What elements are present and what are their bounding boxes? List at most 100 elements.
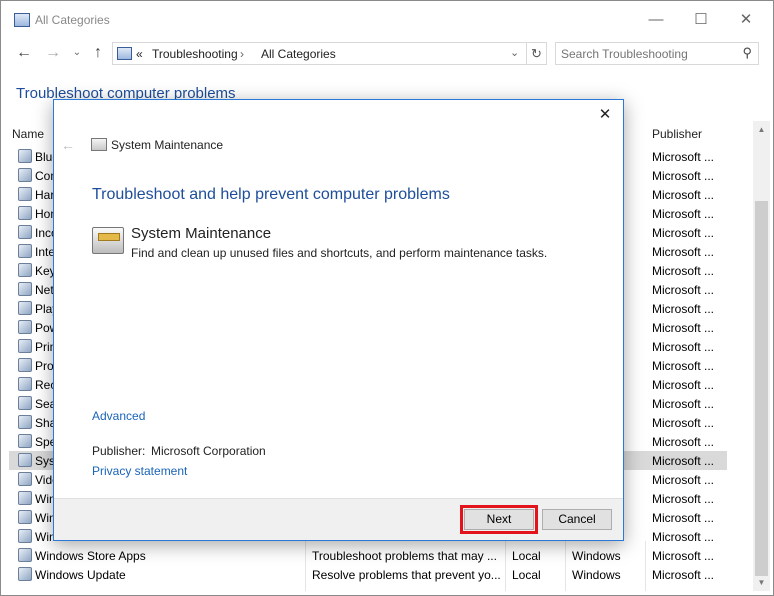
window-title: All Categories <box>35 13 110 27</box>
address-bar[interactable]: « Troubleshooting › All Categories ⌄ ↻ <box>112 42 547 65</box>
minimize-button[interactable]: — <box>636 9 676 31</box>
control-panel-icon <box>117 47 132 60</box>
item-publisher: Microsoft ... <box>652 226 715 240</box>
troubleshooter-icon <box>18 510 32 524</box>
column-divider <box>305 541 306 591</box>
item-publisher: Microsoft ... <box>652 302 715 316</box>
scroll-down-icon[interactable]: ▼ <box>753 574 770 591</box>
refresh-icon[interactable]: ↻ <box>526 43 546 64</box>
dialog-close-button[interactable]: ✕ <box>595 105 615 125</box>
troubleshooter-icon <box>18 472 32 486</box>
column-divider <box>565 541 566 591</box>
item-publisher: Microsoft ... <box>652 264 715 278</box>
troubleshooter-icon <box>18 415 32 429</box>
dialog-back-arrow-icon[interactable]: ← <box>61 137 75 153</box>
close-button[interactable]: ✕ <box>726 9 766 31</box>
system-maintenance-dialog: ✕ ← System Maintenance Troubleshoot and … <box>53 99 624 541</box>
item-description: Resolve problems that prevent yo... <box>312 568 501 582</box>
troubleshooter-icon <box>18 567 32 581</box>
system-maintenance-icon <box>91 138 107 151</box>
search-box[interactable]: ⚲ <box>555 42 759 65</box>
control-panel-icon <box>14 13 30 27</box>
list-item[interactable]: Windows Store Apps Troubleshoot problems … <box>9 546 727 565</box>
item-location: Local <box>512 549 541 563</box>
item-publisher: Microsoft ... <box>652 435 715 449</box>
item-publisher: Microsoft ... <box>652 397 715 411</box>
back-arrow-icon[interactable]: ← <box>14 43 34 63</box>
maximize-button[interactable]: ☐ <box>681 9 721 31</box>
column-header-name[interactable]: Name <box>12 127 44 141</box>
system-maintenance-large-icon <box>92 227 124 254</box>
dialog-header-title: System Maintenance <box>111 138 224 152</box>
troubleshooter-title: System Maintenance <box>131 225 272 242</box>
breadcrumb-all-categories[interactable]: All Categories <box>261 47 336 61</box>
troubleshooter-icon <box>18 225 32 239</box>
publisher-label: Publisher: <box>92 444 146 458</box>
forward-arrow-icon[interactable]: → <box>43 43 63 63</box>
scroll-up-icon[interactable]: ▲ <box>753 121 770 138</box>
item-publisher: Microsoft ... <box>652 416 715 430</box>
column-header-publisher[interactable]: Publisher <box>652 127 702 141</box>
item-name: Inte <box>35 245 56 259</box>
troubleshooter-icon <box>18 339 32 353</box>
item-publisher: Microsoft ... <box>652 169 715 183</box>
item-publisher: Microsoft ... <box>652 150 715 164</box>
item-publisher: Microsoft ... <box>652 511 715 525</box>
search-input[interactable] <box>561 46 731 62</box>
troubleshooter-description: Find and clean up unused files and short… <box>131 246 548 260</box>
up-arrow-icon[interactable]: ↑ <box>88 43 108 63</box>
next-button[interactable]: Next <box>460 505 538 534</box>
item-publisher: Microsoft ... <box>652 207 715 221</box>
column-divider <box>645 541 646 591</box>
troubleshooter-icon <box>18 396 32 410</box>
troubleshooter-icon <box>18 168 32 182</box>
troubleshooter-icon <box>18 358 32 372</box>
troubleshooter-icon <box>18 491 32 505</box>
breadcrumb-separator-icon: › <box>240 47 244 61</box>
troubleshooter-icon <box>18 282 32 296</box>
item-publisher: Microsoft ... <box>652 188 715 202</box>
item-publisher: Microsoft ... <box>652 568 715 582</box>
advanced-link[interactable]: Advanced <box>92 409 145 423</box>
troubleshooter-icon <box>18 320 32 334</box>
item-name: Windows Update <box>35 568 126 582</box>
publisher-value: Microsoft Corporation <box>151 444 266 458</box>
item-publisher: Microsoft ... <box>652 321 715 335</box>
troubleshooter-icon <box>18 529 32 543</box>
navigation-bar: ← → ⌄ ↑ « Troubleshooting › All Categori… <box>1 41 773 67</box>
item-description: Troubleshoot problems that may ... <box>312 549 497 563</box>
troubleshooter-icon <box>18 377 32 391</box>
recent-locations-icon[interactable]: ⌄ <box>67 43 87 63</box>
item-location: Local <box>512 568 541 582</box>
search-icon[interactable]: ⚲ <box>742 45 752 61</box>
item-category: Windows <box>572 549 621 563</box>
troubleshooter-icon <box>18 453 32 467</box>
troubleshooter-icon <box>18 187 32 201</box>
troubleshooter-icon <box>18 206 32 220</box>
list-item[interactable]: Windows Update Resolve problems that prev… <box>9 565 727 584</box>
item-category: Windows <box>572 568 621 582</box>
privacy-statement-link[interactable]: Privacy statement <box>92 464 187 478</box>
troubleshooter-icon <box>18 548 32 562</box>
item-publisher: Microsoft ... <box>652 549 715 563</box>
address-dropdown-icon[interactable]: ⌄ <box>510 46 519 59</box>
item-name: Pro <box>35 359 54 373</box>
item-publisher: Microsoft ... <box>652 340 715 354</box>
item-name: Windows Store Apps <box>35 549 146 563</box>
dialog-heading: Troubleshoot and help prevent computer p… <box>92 186 450 203</box>
troubleshooter-icon <box>18 434 32 448</box>
troubleshooter-icon <box>18 244 32 258</box>
title-bar: All Categories — ☐ ✕ <box>1 1 773 39</box>
scrollbar-thumb[interactable] <box>755 201 768 576</box>
vertical-scrollbar[interactable]: ▲ ▼ <box>753 121 770 591</box>
item-publisher: Microsoft ... <box>652 473 715 487</box>
breadcrumb-troubleshooting[interactable]: Troubleshooting <box>152 47 238 61</box>
item-publisher: Microsoft ... <box>652 378 715 392</box>
breadcrumb-overflow[interactable]: « <box>136 47 143 61</box>
troubleshooter-icon <box>18 149 32 163</box>
item-name: Har <box>35 188 55 202</box>
item-publisher: Microsoft ... <box>652 530 715 544</box>
item-publisher: Microsoft ... <box>652 245 715 259</box>
item-publisher: Microsoft ... <box>652 492 715 506</box>
cancel-button[interactable]: Cancel <box>542 509 612 530</box>
